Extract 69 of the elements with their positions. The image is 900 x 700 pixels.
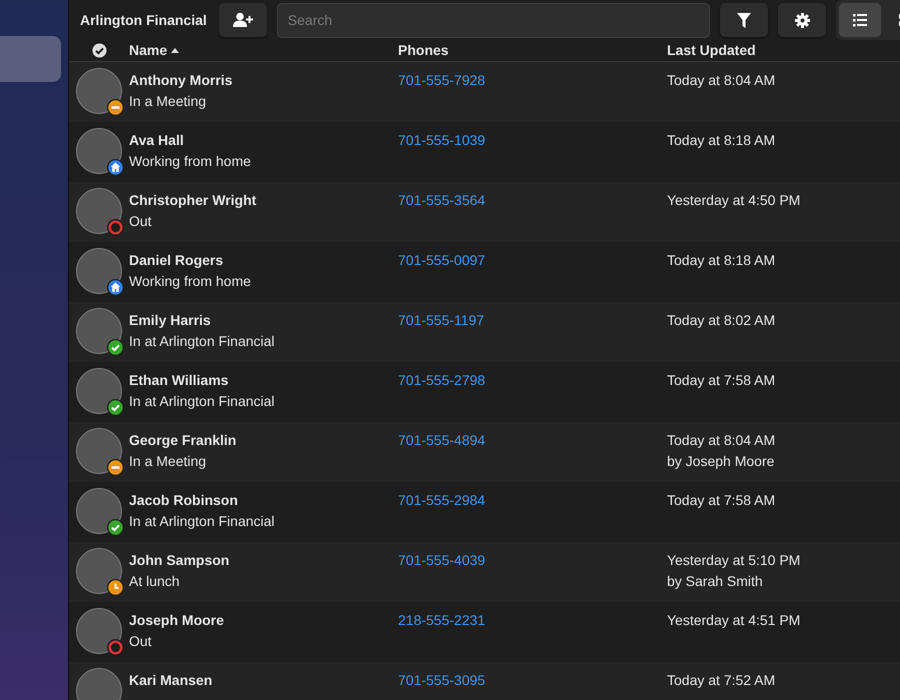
status-text: Working from home <box>129 152 252 171</box>
phone-link[interactable]: 701-555-2984 <box>398 492 486 508</box>
updated-time: Today at 8:04 AM <box>667 431 776 450</box>
updated-time: Today at 8:04 AM <box>667 71 776 90</box>
avatar-placeholder <box>76 68 122 114</box>
updated-by: by Joseph Moore <box>667 452 776 471</box>
contact-name: Joseph Moore <box>129 611 225 630</box>
settings-icon <box>794 12 810 28</box>
settings-button[interactable] <box>778 3 826 37</box>
avatar-placeholder <box>76 548 122 594</box>
avatar-placeholder <box>76 188 122 234</box>
contact-name: Daniel Rogers <box>129 251 224 270</box>
updated-time: Today at 7:52 AM <box>667 671 776 690</box>
phone-link[interactable]: 701-555-3564 <box>398 192 486 208</box>
phone-link[interactable]: 701-555-2798 <box>398 372 486 388</box>
updated-time: Today at 8:18 AM <box>667 131 776 150</box>
updated-by: by Sarah Smith <box>667 572 764 591</box>
status-text: Working from home <box>129 272 252 291</box>
updated-time: Yesterday at 4:51 PM <box>667 611 802 630</box>
column-header[interactable]: Phones <box>398 40 449 61</box>
status-text: In a Meeting <box>129 92 208 111</box>
search-field[interactable]: Search <box>276 2 710 38</box>
updated-time: Today at 8:02 AM <box>667 311 776 330</box>
updated-time: Today at 7:58 AM <box>667 491 776 510</box>
column-header[interactable]: Last Updated <box>667 40 756 61</box>
status-text: Out <box>129 632 153 651</box>
updated-time: Today at 8:18 AM <box>667 251 776 270</box>
contact-name: Ethan Williams <box>129 371 230 390</box>
contact-name: Anthony Morris <box>129 71 234 90</box>
phone-link[interactable]: 218-555-2231 <box>398 612 486 628</box>
filter-button[interactable] <box>720 3 768 37</box>
add-contact-button[interactable] <box>218 3 267 37</box>
select-all-icon <box>92 43 106 58</box>
contact-name: John Sampson <box>129 551 230 570</box>
updated-time: Yesterday at 4:50 PM <box>667 191 802 210</box>
person-add-icon <box>232 12 253 28</box>
phone-link[interactable]: 701-555-7928 <box>398 72 486 88</box>
status-text: In a Meeting <box>129 452 208 471</box>
column-header[interactable]: Name <box>129 40 168 61</box>
filter-icon <box>737 12 751 28</box>
updated-time: Yesterday at 5:10 PM <box>667 551 802 570</box>
phone-link[interactable]: 701-555-4894 <box>398 432 486 448</box>
app-title: Arlington Financial <box>80 10 207 30</box>
avatar-placeholder <box>76 248 122 294</box>
status-text: In at Arlington Financial <box>129 332 276 351</box>
contact-name: Ava Hall <box>129 131 185 150</box>
avatar-placeholder <box>76 308 122 354</box>
list-icon <box>853 14 867 26</box>
status-text: In at Arlington Financial <box>129 512 276 531</box>
contact-name: George Franklin <box>129 431 238 450</box>
contact-name: Kari Mansen <box>129 671 214 690</box>
contact-name: Jacob Robinson <box>129 491 239 510</box>
status-text: At lunch <box>129 572 181 591</box>
phone-link[interactable]: 701-555-3095 <box>398 672 486 688</box>
avatar-placeholder <box>76 488 122 534</box>
avatar-placeholder <box>76 608 122 654</box>
avatar-placeholder <box>76 428 122 474</box>
updated-time: Today at 7:58 AM <box>667 371 776 390</box>
status-text: Out <box>129 212 153 231</box>
status-text: In at Arlington Financial <box>129 392 276 411</box>
avatar-placeholder <box>76 128 122 174</box>
phone-link[interactable]: 701-555-0097 <box>398 252 486 268</box>
avatar-placeholder <box>76 368 122 414</box>
phone-link[interactable]: 701-555-4039 <box>398 552 486 568</box>
phone-link[interactable]: 701-555-1039 <box>398 132 486 148</box>
contact-name: Christopher Wright <box>129 191 258 210</box>
phone-link[interactable]: 701-555-1197 <box>398 312 484 328</box>
contact-name: Emily Harris <box>129 311 212 330</box>
view-button[interactable] <box>839 3 881 37</box>
